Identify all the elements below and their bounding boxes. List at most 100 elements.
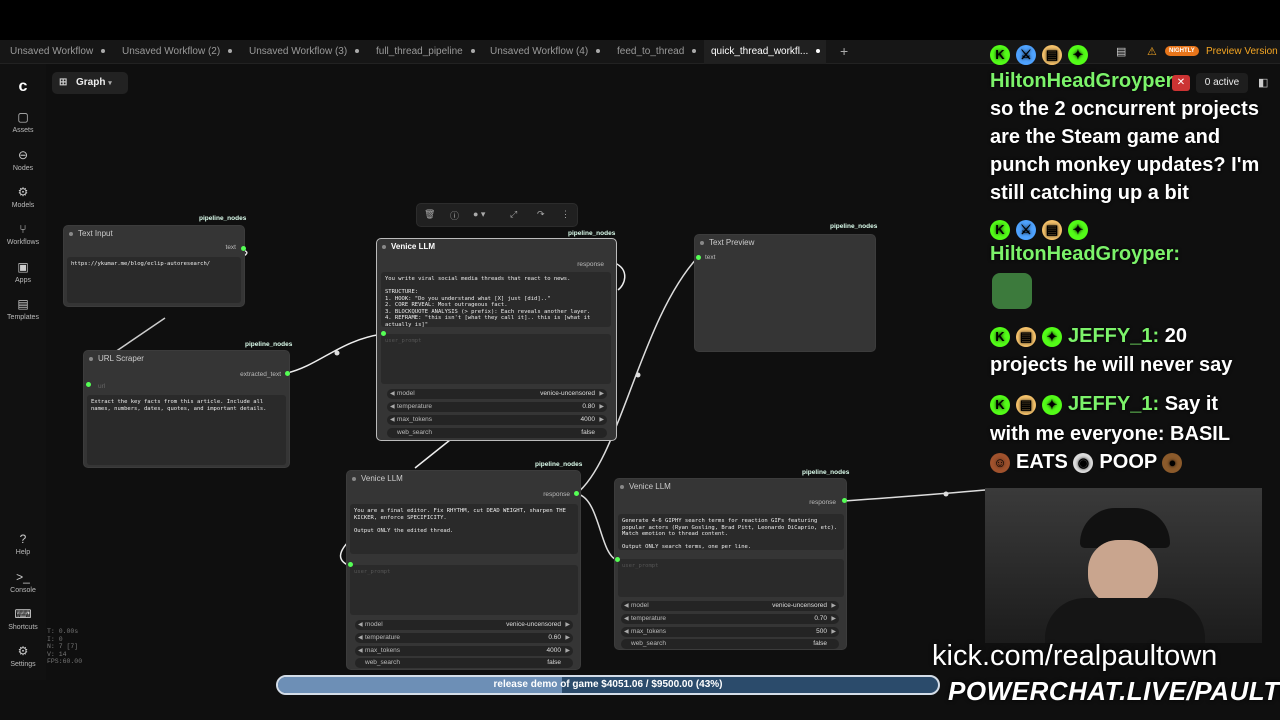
text-input-node[interactable]: Text Input text https://ykumar.me/blog/e… <box>63 225 245 307</box>
widget-value: 4000 <box>580 416 595 423</box>
web-search-toggle[interactable]: web_search false <box>355 658 573 668</box>
user-prompt-field[interactable]: user_prompt <box>350 565 578 615</box>
user-prompt-field[interactable]: user_prompt <box>381 334 611 384</box>
wire-venice3-out <box>843 489 986 502</box>
decrement-arrow-icon[interactable]: ◀ <box>358 633 363 643</box>
increment-arrow-icon[interactable]: ▶ <box>831 614 836 624</box>
input-port[interactable] <box>86 382 91 387</box>
stream-chat-overlay: K ⚔ ▤ ✦ HiltonHeadGroyper: so the 2 ocncurr… <box>990 40 1280 500</box>
web-search-toggle[interactable]: web_search false <box>621 639 839 649</box>
sword-badge-icon: ⚔ <box>1016 44 1036 65</box>
node-badge: pipeline_nodes <box>245 341 293 348</box>
info-icon[interactable]: ⓘ <box>450 209 459 222</box>
node-title: Text Input <box>64 226 244 242</box>
input-port[interactable] <box>348 562 353 567</box>
output-port[interactable] <box>285 371 290 376</box>
close-icon[interactable]: ✕ <box>1172 75 1190 91</box>
increment-arrow-icon[interactable]: ▶ <box>831 627 836 637</box>
widget-label: temperature <box>365 634 401 641</box>
prompt-field[interactable]: Extract the key facts from this article.… <box>87 395 286 465</box>
decrement-arrow-icon[interactable]: ◀ <box>390 402 395 412</box>
more-icon[interactable]: ⋮ <box>561 209 570 220</box>
output-port[interactable] <box>574 491 579 496</box>
output-port[interactable] <box>241 246 246 251</box>
web-search-toggle[interactable]: web_search false <box>387 428 607 438</box>
decrement-arrow-icon[interactable]: ◀ <box>358 646 363 656</box>
node-title: Venice LLM <box>347 471 580 487</box>
decrement-arrow-icon[interactable]: ◀ <box>390 415 395 425</box>
increment-arrow-icon[interactable]: ▶ <box>831 601 836 611</box>
bypass-icon[interactable]: ↷ <box>537 209 545 220</box>
trash-icon[interactable]: 🗑 <box>424 209 435 220</box>
temperature-widget[interactable]: ◀ temperature 0.70 ▶ <box>621 614 839 624</box>
model-widget[interactable]: ◀ model venice-uncensored ▶ <box>355 620 573 630</box>
increment-arrow-icon[interactable]: ▶ <box>599 389 604 399</box>
venice-llm-node-3[interactable]: Venice LLM response Generate 4-6 GIPHY s… <box>614 478 847 650</box>
decrement-arrow-icon[interactable]: ◀ <box>358 620 363 630</box>
widget-value: false <box>547 659 561 666</box>
max-tokens-widget[interactable]: ◀ max_tokens 4000 ▶ <box>355 646 573 656</box>
text-input-field[interactable]: https://ykumar.me/blog/eclip-autoresearc… <box>67 257 241 303</box>
model-widget[interactable]: ◀ model venice-uncensored ▶ <box>387 389 607 399</box>
temperature-widget[interactable]: ◀ temperature 0.60 ▶ <box>355 633 573 643</box>
input-port[interactable] <box>381 331 386 336</box>
increment-arrow-icon[interactable]: ▶ <box>565 633 570 643</box>
wire-venice2-to-venice3 <box>577 493 618 561</box>
node-badge: pipeline_nodes <box>830 223 878 230</box>
decrement-arrow-icon[interactable]: ◀ <box>390 389 395 399</box>
wire-reroute-dot[interactable] <box>943 491 949 497</box>
text-preview-node[interactable]: Text Preview text <box>694 234 876 352</box>
node-badge: pipeline_nodes <box>535 461 583 468</box>
input-port[interactable] <box>696 255 701 260</box>
color-picker-icon[interactable]: ● ▾ <box>473 209 485 220</box>
widget-value: venice-uncensored <box>506 621 561 628</box>
model-widget[interactable]: ◀ model venice-uncensored ▶ <box>621 601 839 611</box>
output-port[interactable] <box>842 498 847 503</box>
system-prompt-field[interactable]: You write viral social media threads tha… <box>381 272 611 327</box>
diamond-badge-icon: ✦ <box>1068 219 1088 240</box>
kick-badge-icon: K <box>990 44 1010 65</box>
temperature-widget[interactable]: ◀ temperature 0.80 ▶ <box>387 402 607 412</box>
chat-username: JEFFY_1: <box>1068 393 1160 415</box>
wire-reroute-dot[interactable] <box>334 350 340 356</box>
poop-emoji-icon: ● <box>1162 452 1183 473</box>
diamond-badge-icon: ✦ <box>1042 326 1062 347</box>
system-prompt-field[interactable]: Generate 4-6 GIPHY search terms for reac… <box>618 514 844 550</box>
powerchat-url: POWERCHAT.LIVE/PAULTOWN <box>948 676 1280 706</box>
widget-value: venice-uncensored <box>540 390 595 397</box>
wire-reroute-dot[interactable] <box>635 372 641 378</box>
widget-value: 4000 <box>546 647 561 654</box>
fit-icon[interactable]: ⤢ <box>510 209 517 220</box>
decrement-arrow-icon[interactable]: ◀ <box>624 614 629 624</box>
webcam-person-body <box>1045 598 1205 643</box>
increment-arrow-icon[interactable]: ▶ <box>599 402 604 412</box>
chat-message-line: with me everyone: BASIL <box>990 423 1231 445</box>
kick-badge-icon: K <box>990 326 1010 347</box>
venice-llm-node-1[interactable]: Venice LLM response You write viral soci… <box>376 238 617 441</box>
plate-emoji-icon: ◉ <box>1073 452 1094 473</box>
url-scraper-node[interactable]: URL Scraper extracted_text url Extract t… <box>83 350 290 468</box>
decrement-arrow-icon[interactable]: ◀ <box>624 601 629 611</box>
system-prompt-field[interactable]: You are a final editor. Fix RHYTHM, cut … <box>350 504 578 554</box>
chat-line-jeffy-2: K ▤ ✦ JEFFY_1: Say it <box>990 393 1218 416</box>
chat-message-line: projects he will never say <box>990 354 1233 376</box>
decrement-arrow-icon[interactable]: ◀ <box>624 627 629 637</box>
wire-text-to-scraper <box>114 317 166 353</box>
widget-label: web_search <box>365 659 401 666</box>
increment-arrow-icon[interactable]: ▶ <box>565 620 570 630</box>
diamond-badge-icon: ✦ <box>1068 44 1088 65</box>
kick-url: kick.com/realpaultown <box>932 640 1218 672</box>
widget-label: temperature <box>397 403 433 410</box>
widget-label: max_tokens <box>365 647 401 654</box>
max-tokens-widget[interactable]: ◀ max_tokens 4000 ▶ <box>387 415 607 425</box>
chat-username: HiltonHeadGroyper: <box>990 243 1181 265</box>
venice-llm-node-2[interactable]: Venice LLM response You are a final edit… <box>346 470 581 670</box>
user-prompt-field[interactable]: user_prompt <box>618 559 844 597</box>
diamond-badge-icon: ✦ <box>1042 394 1062 415</box>
increment-arrow-icon[interactable]: ▶ <box>599 415 604 425</box>
node-badge: pipeline_nodes <box>802 469 850 476</box>
increment-arrow-icon[interactable]: ▶ <box>565 646 570 656</box>
max-tokens-widget[interactable]: ◀ max_tokens 500 ▶ <box>621 627 839 637</box>
input-port[interactable] <box>615 557 620 562</box>
stream-frame: Unsaved Workflow Unsaved Workflow (2) Un… <box>0 0 1280 720</box>
